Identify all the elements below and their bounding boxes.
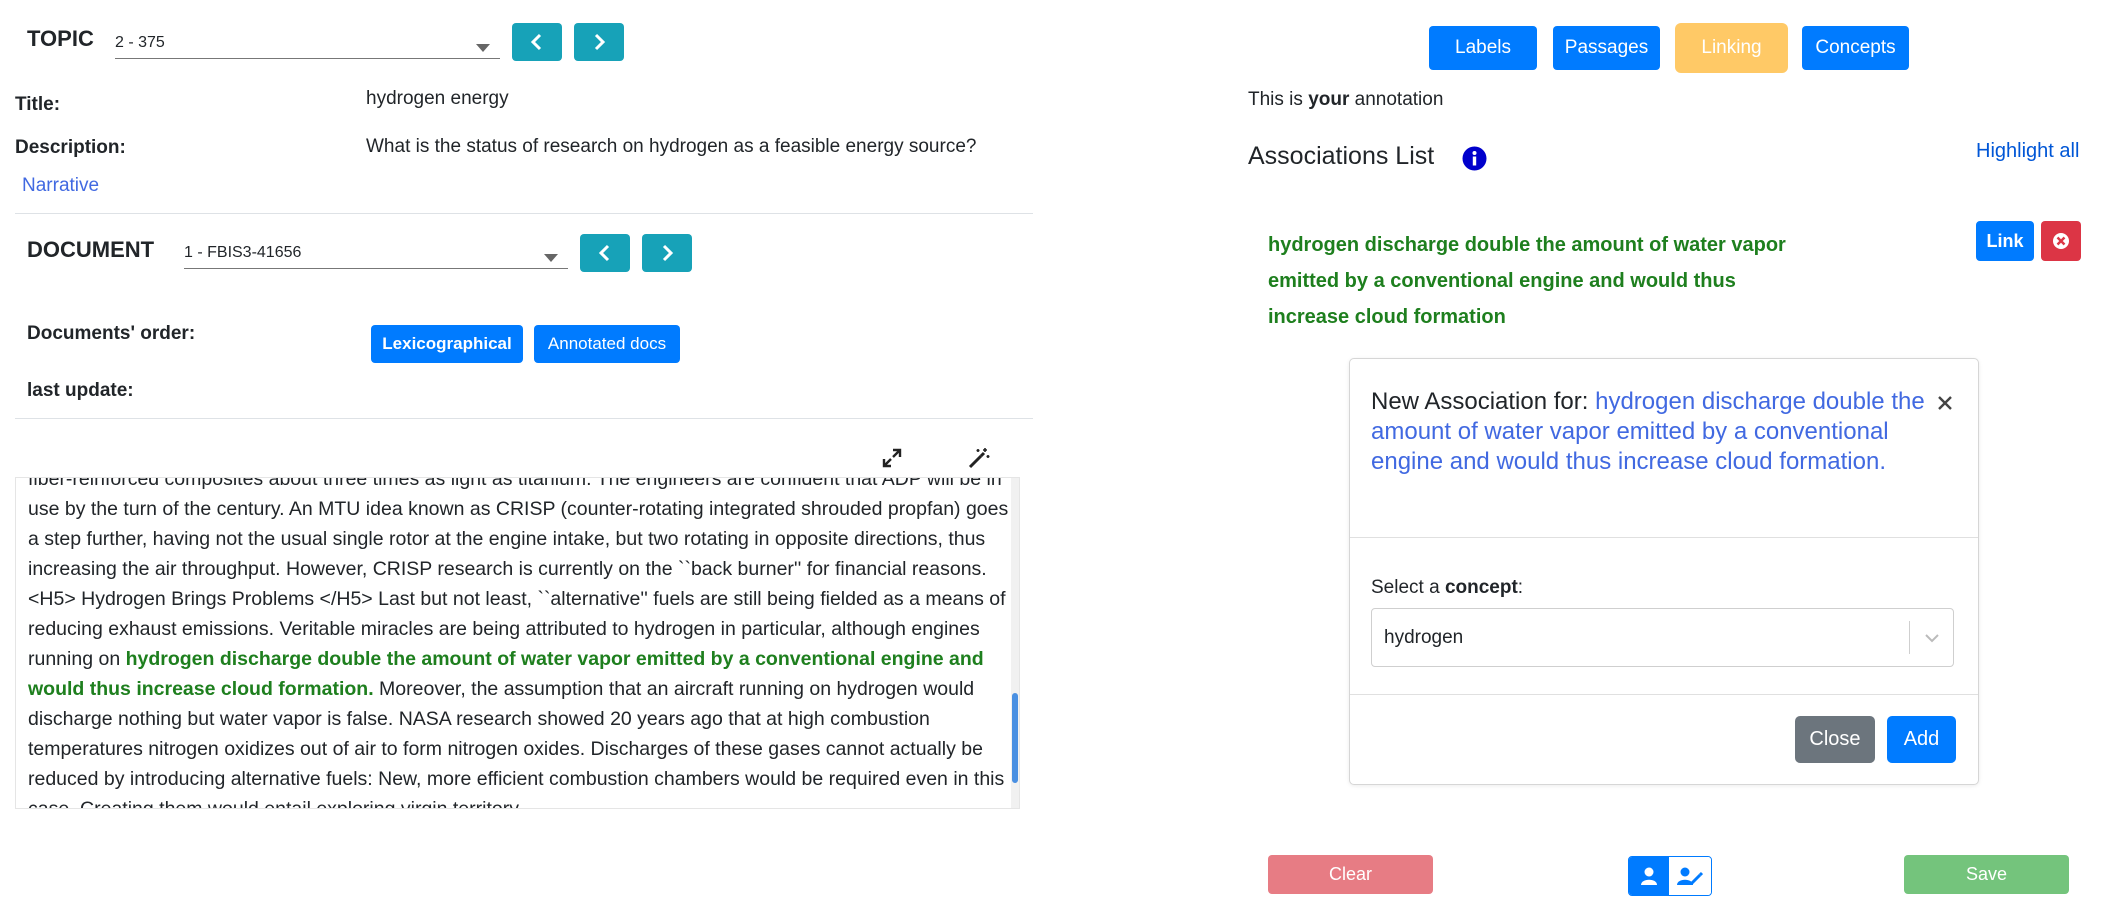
narrative-link[interactable]: Narrative (22, 175, 99, 197)
description-label: Description: (15, 137, 126, 158)
topic-prev-button[interactable] (512, 23, 562, 61)
expand-icon[interactable] (882, 448, 902, 468)
chevron-right-icon (594, 33, 606, 51)
chevron-down-icon (476, 44, 490, 52)
annotation-note-suffix: annotation (1349, 89, 1444, 110)
user-edit-toggle-button[interactable] (1669, 857, 1711, 895)
annotation-note-prefix: This is (1248, 89, 1309, 110)
modal-add-button[interactable]: Add (1887, 716, 1956, 763)
association-item-text[interactable]: hydrogen discharge double the amount of … (1268, 227, 1808, 335)
concept-select-value: hydrogen (1384, 627, 1464, 648)
concept-select-suffix: : (1517, 577, 1524, 598)
concept-select-separator (1909, 621, 1910, 654)
annotation-note: This is your annotation (1248, 89, 1443, 111)
clear-button[interactable]: Clear (1268, 855, 1433, 894)
document-label: DOCUMENT (27, 237, 155, 262)
tab-concepts[interactable]: Concepts (1802, 26, 1909, 70)
concept-select-label: Select a concept: (1371, 577, 1523, 599)
title-value: hydrogen energy (366, 88, 509, 109)
delete-association-button[interactable] (2041, 221, 2081, 261)
chevron-right-icon (662, 244, 674, 262)
modal-title: New Association for: hydrogen discharge … (1371, 387, 1931, 477)
user-icon (1641, 867, 1657, 885)
magic-wand-icon[interactable] (967, 446, 991, 470)
modal-close-icon[interactable] (1933, 391, 1957, 415)
info-icon[interactable] (1462, 146, 1487, 171)
scrollbar-track[interactable] (1011, 478, 1019, 808)
topic-next-button[interactable] (574, 23, 624, 61)
document-divider (15, 418, 1033, 419)
modal-title-prefix: New Association for: (1371, 388, 1596, 415)
chevron-left-icon (530, 33, 542, 51)
document-text-area[interactable]: fiber-reinforced composites about three … (15, 477, 1020, 809)
close-icon (1938, 396, 1952, 410)
annotation-note-bold: your (1308, 89, 1350, 110)
concept-select[interactable]: hydrogen (1371, 608, 1954, 667)
associations-title: Associations List (1248, 142, 1435, 170)
document-select[interactable]: 1 - FBIS3-41656 (184, 242, 568, 269)
topic-divider (15, 213, 1033, 214)
modal-close-button[interactable]: Close (1795, 716, 1875, 763)
chevron-left-icon (598, 244, 610, 262)
highlight-all-link[interactable]: Highlight all (1976, 140, 2079, 163)
user-toggle-button[interactable] (1629, 857, 1669, 895)
topic-select-value: 2 - 375 (115, 34, 165, 51)
document-prev-button[interactable] (580, 234, 630, 272)
concept-select-prefix: Select a (1371, 577, 1445, 598)
save-button[interactable]: Save (1904, 855, 2069, 894)
scrollbar-thumb[interactable] (1012, 693, 1018, 783)
remove-circle-icon (2053, 233, 2069, 249)
chevron-down-icon (1925, 634, 1939, 643)
topic-select[interactable]: 2 - 375 (115, 32, 500, 59)
document-select-value: 1 - FBIS3-41656 (184, 244, 302, 261)
concept-select-bold: concept (1444, 577, 1518, 598)
document-text-part1: fiber-reinforced composites about three … (28, 477, 1009, 670)
description-value: What is the status of research on hydrog… (366, 136, 977, 157)
topic-label: TOPIC (27, 26, 94, 51)
annotated-docs-button[interactable]: Annotated docs (534, 325, 680, 363)
link-button[interactable]: Link (1976, 221, 2034, 261)
modal-footer-divider (1350, 694, 1978, 695)
docs-order-label: Documents' order: (27, 323, 196, 344)
modal-header-divider (1350, 537, 1978, 538)
last-update-label: last update: (27, 380, 134, 401)
title-label: Title: (15, 94, 61, 115)
tab-passages[interactable]: Passages (1553, 26, 1660, 70)
lexicographical-button[interactable]: Lexicographical (371, 325, 523, 363)
chevron-down-icon (544, 254, 558, 262)
user-edit-icon (1677, 867, 1703, 886)
tab-labels[interactable]: Labels (1429, 26, 1537, 70)
tab-linking[interactable]: Linking (1675, 23, 1788, 73)
user-toggle-group (1628, 856, 1712, 896)
document-text: fiber-reinforced composites about three … (28, 477, 1018, 808)
new-association-modal: New Association for: hydrogen discharge … (1349, 358, 1979, 785)
document-next-button[interactable] (642, 234, 692, 272)
